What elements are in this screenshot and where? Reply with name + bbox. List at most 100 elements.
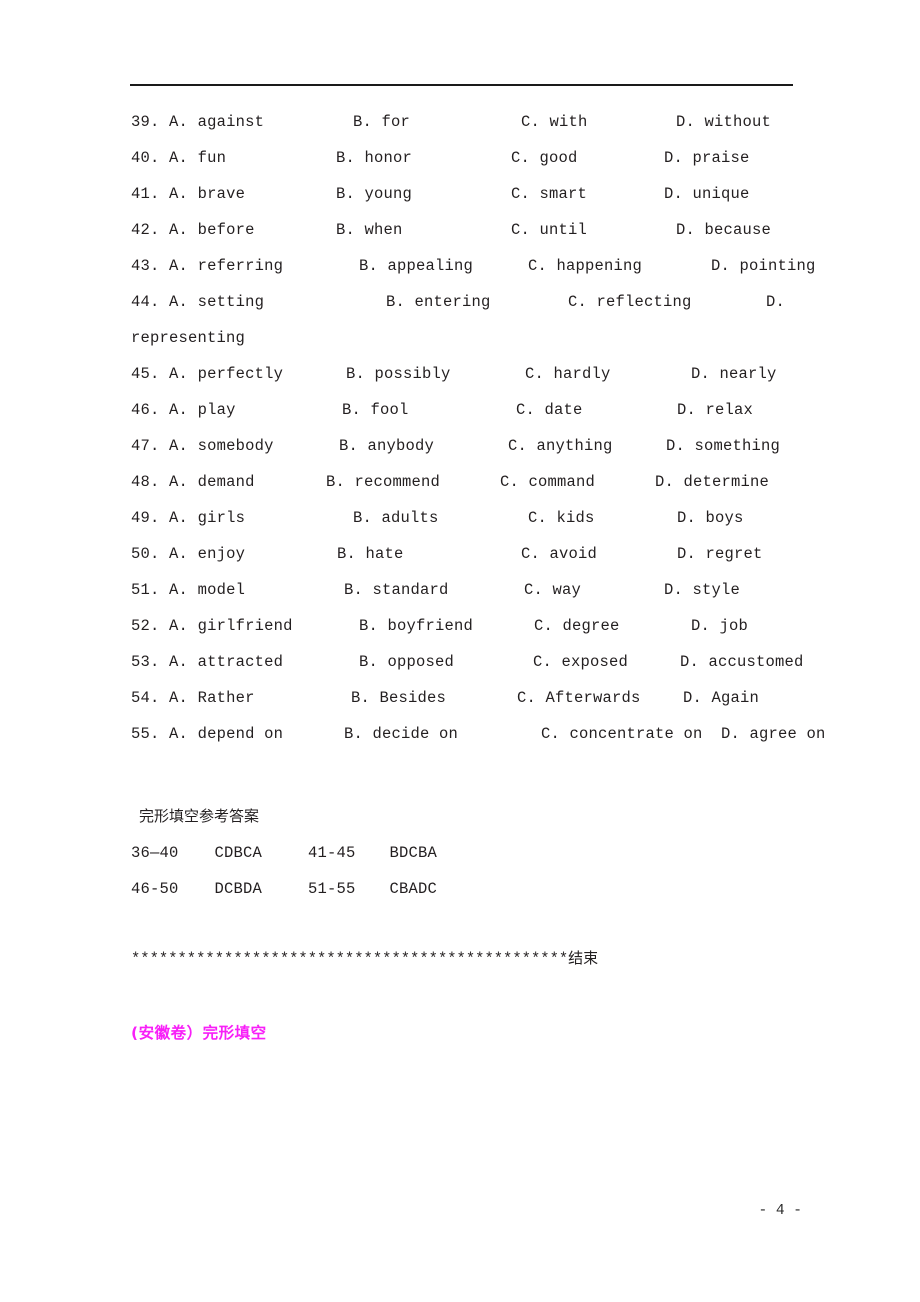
next-section-heading: (安徽卷）完形填空 xyxy=(131,1024,267,1042)
option-text: girls xyxy=(197,509,246,527)
option-letter: A. xyxy=(169,185,189,203)
option-letter: D. xyxy=(664,149,684,167)
option-letter: D. xyxy=(721,725,741,743)
option-letter: A. xyxy=(169,581,189,599)
option-text: without xyxy=(704,113,772,131)
question-option: 43. A. referring xyxy=(131,257,283,275)
option-letter: B. xyxy=(353,113,373,131)
question-list: 39. A. against B. for C. with D. without 40.… xyxy=(131,113,831,761)
option-letter: C. xyxy=(521,545,541,563)
option-text: praise xyxy=(692,149,750,167)
answer-range-2: 51-55 xyxy=(308,880,356,898)
question-number: 47. xyxy=(131,437,160,455)
option-letter: B. xyxy=(359,257,379,275)
option-letter: C. xyxy=(528,509,548,527)
option-text: Again xyxy=(711,689,760,707)
option-text: hardly xyxy=(553,365,611,383)
option-letter: B. xyxy=(337,545,357,563)
option-text: standard xyxy=(372,581,449,599)
question-option: C. avoid xyxy=(521,545,597,563)
question-option: B. hate xyxy=(337,545,404,563)
question-row: 51. A. model B. standard C. way D. style xyxy=(131,581,831,617)
option-letter: D. xyxy=(691,617,711,635)
option-text: fool xyxy=(370,401,409,419)
option-text: until xyxy=(539,221,588,239)
answer-range-1: 46-50 xyxy=(131,880,179,898)
option-text: setting xyxy=(197,293,265,311)
section-separator: ****************************************… xyxy=(131,947,851,968)
question-option: B. appealing xyxy=(359,257,473,275)
option-text: anybody xyxy=(367,437,435,455)
option-text: perfectly xyxy=(197,365,284,383)
question-number: 54. xyxy=(131,689,160,707)
question-row: 48. A. demand B. recommend C. command D. de… xyxy=(131,473,831,509)
question-option: 46. A. play xyxy=(131,401,236,419)
option-text: brave xyxy=(197,185,246,203)
page-number-footer: - 4 - xyxy=(758,1203,802,1219)
option-letter: C. xyxy=(534,617,554,635)
option-letter: D. xyxy=(664,185,684,203)
option-text: Rather xyxy=(197,689,255,707)
option-letter: D. xyxy=(677,545,697,563)
option-letter: A. xyxy=(169,653,189,671)
question-number: 48. xyxy=(131,473,160,491)
question-option: C. reflecting xyxy=(568,293,692,311)
question-number: 42. xyxy=(131,221,160,239)
question-option: D. pointing xyxy=(711,257,816,275)
question-number: 55. xyxy=(131,725,160,743)
question-number: 44. xyxy=(131,293,160,311)
option-letter: B. xyxy=(359,617,379,635)
question-option: D. relax xyxy=(677,401,753,419)
question-option: C. until xyxy=(511,221,587,239)
option-text: unique xyxy=(692,185,750,203)
option-text: play xyxy=(197,401,236,419)
question-option: B. opposed xyxy=(359,653,454,671)
question-option: 48. A. demand xyxy=(131,473,255,491)
option-letter: C. xyxy=(511,149,531,167)
question-option: C. smart xyxy=(511,185,587,203)
answer-key-row: 46-50 DCBDA 51-55 CBADC xyxy=(131,875,731,911)
question-option: D. because xyxy=(676,221,771,239)
option-text: fun xyxy=(197,149,227,167)
option-text: demand xyxy=(197,473,255,491)
option-text: girlfriend xyxy=(197,617,293,635)
option-text: happening xyxy=(556,257,643,275)
question-option: 45. A. perfectly xyxy=(131,365,283,383)
question-option: D. nearly xyxy=(691,365,777,383)
option-text: Besides xyxy=(379,689,447,707)
option-text: determine xyxy=(683,473,770,491)
option-letter: D. xyxy=(676,113,696,131)
question-row: 55. A. depend on B. decide on C. concentra… xyxy=(131,725,831,761)
option-letter: A. xyxy=(169,365,189,383)
question-option: C. date xyxy=(516,401,583,419)
option-text: date xyxy=(544,401,583,419)
option-letter: B. xyxy=(344,581,364,599)
question-row: 52. A. girlfriend B. boyfriend C. degree D.… xyxy=(131,617,831,653)
answer-range-1: 36—40 xyxy=(131,844,179,862)
option-letter: B. xyxy=(359,653,379,671)
option-text: against xyxy=(197,113,265,131)
option-letter: D. xyxy=(677,509,697,527)
option-letter: C. xyxy=(508,437,528,455)
option-text: good xyxy=(539,149,578,167)
option-text: recommend xyxy=(354,473,441,491)
option-text: with xyxy=(549,113,588,131)
question-option: D. unique xyxy=(664,185,750,203)
question-row: 50. A. enjoy B. hate C. avoid D. regret xyxy=(131,545,831,581)
option-text: hate xyxy=(365,545,404,563)
question-option: C. happening xyxy=(528,257,642,275)
option-letter: A. xyxy=(169,257,189,275)
question-option: C. Afterwards xyxy=(517,689,641,707)
question-option: D. style xyxy=(664,581,740,599)
option-text: style xyxy=(692,581,741,599)
question-option: 47. A. somebody xyxy=(131,437,274,455)
option-letter: A. xyxy=(169,545,189,563)
option-letter: C. xyxy=(511,185,531,203)
question-option: 55. A. depend on xyxy=(131,725,283,743)
question-option: 42. A. before xyxy=(131,221,255,239)
question-option: B. entering xyxy=(386,293,491,311)
question-option: C. good xyxy=(511,149,578,167)
question-row: 40. A. fun B. honor C. good D. praise xyxy=(131,149,831,185)
option-letter: D. xyxy=(683,689,703,707)
option-letter: C. xyxy=(500,473,520,491)
